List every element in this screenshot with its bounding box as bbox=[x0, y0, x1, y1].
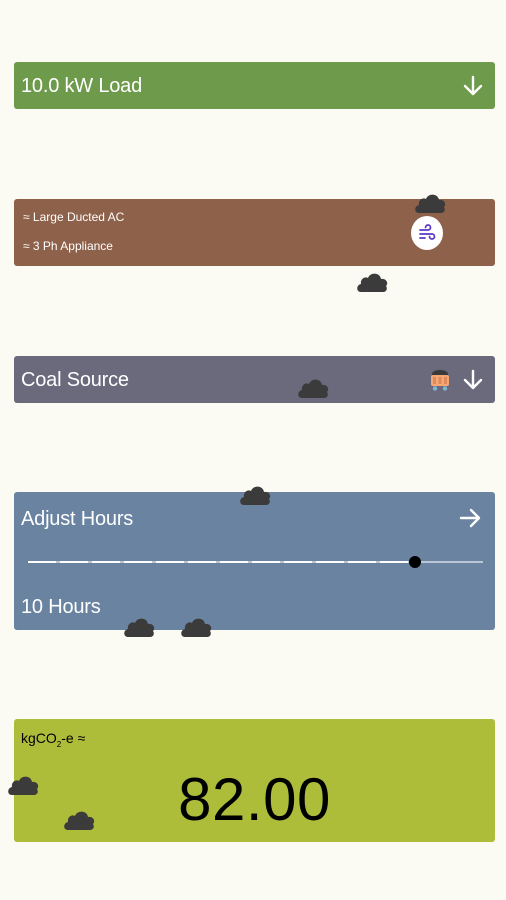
cloud-icon bbox=[181, 618, 212, 637]
cloud-icon bbox=[298, 379, 329, 398]
hours-slider[interactable] bbox=[28, 554, 483, 570]
airflow-icon bbox=[411, 216, 443, 250]
coal-cart-icon bbox=[428, 367, 452, 393]
load-selector[interactable]: 10.0 kW Load bbox=[14, 62, 495, 109]
appliance-line-1: ≈ Large Ducted AC bbox=[23, 210, 125, 224]
slider-thumb[interactable] bbox=[409, 556, 421, 568]
cloud-icon bbox=[357, 273, 388, 292]
hours-title: Adjust Hours bbox=[21, 508, 134, 530]
hours-value: 10 Hours bbox=[21, 596, 101, 618]
cloud-icon bbox=[8, 776, 39, 795]
slider-fill bbox=[28, 561, 415, 563]
arrow-down-icon[interactable] bbox=[461, 74, 485, 98]
arrow-down-icon[interactable] bbox=[461, 368, 485, 392]
appliance-line-2: ≈ 3 Ph Appliance bbox=[23, 239, 113, 253]
source-selector[interactable]: Coal Source bbox=[14, 356, 495, 403]
cloud-icon bbox=[124, 618, 155, 637]
load-label: 10.0 kW Load bbox=[21, 75, 143, 97]
cloud-icon bbox=[240, 486, 271, 505]
cloud-icon bbox=[64, 811, 95, 830]
cloud-icon bbox=[415, 194, 446, 213]
source-label: Coal Source bbox=[21, 369, 129, 391]
carbon-unit: kgCO2-e ≈ bbox=[21, 730, 86, 749]
hours-adjuster: Adjust Hours 10 Hours bbox=[14, 492, 495, 630]
arrow-right-icon[interactable] bbox=[457, 505, 483, 531]
